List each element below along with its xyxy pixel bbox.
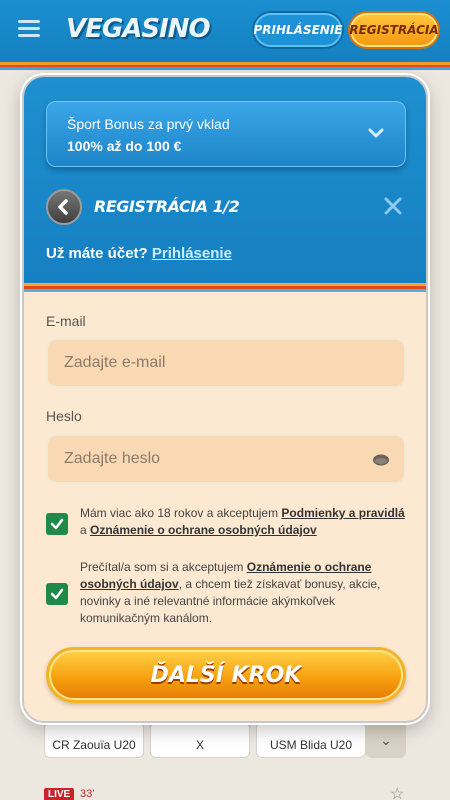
favorite-star-icon[interactable]: ☆ bbox=[390, 784, 404, 800]
hamburger-menu-icon[interactable] bbox=[18, 20, 40, 38]
consent-checkbox-2[interactable] bbox=[46, 583, 68, 605]
site-logo[interactable]: VEGASINO bbox=[66, 14, 211, 44]
terms-link[interactable]: Podmienky a pravidlá bbox=[281, 506, 404, 520]
odds-away[interactable]: USM Blida U20 bbox=[256, 722, 366, 758]
close-icon[interactable] bbox=[382, 195, 404, 217]
bonus-title: Šport Bonus za prvý vklad bbox=[67, 116, 230, 132]
privacy-link-1[interactable]: Oznámenie o ochrane osobných údajov bbox=[90, 523, 317, 537]
consent-row-2: Prečítal/a som si a akceptujem Oznámenie… bbox=[46, 559, 406, 631]
match-odds-row: CR Zaouïa U20 X USM Blida U20 bbox=[44, 722, 366, 758]
password-field[interactable] bbox=[46, 434, 406, 484]
live-minute: 33' bbox=[80, 788, 95, 800]
live-badge: LIVE bbox=[44, 788, 75, 800]
modal-stripe bbox=[24, 283, 426, 292]
header-register-button[interactable]: REGISTRÁCIA bbox=[349, 13, 439, 47]
password-label: Heslo bbox=[46, 408, 82, 424]
next-step-button[interactable]: ĎALŠÍ KROK bbox=[46, 647, 406, 703]
consent-text-2: Prečítal/a som si a akceptujem Oznámenie… bbox=[80, 559, 410, 627]
email-label: E-mail bbox=[46, 313, 86, 329]
email-field[interactable] bbox=[46, 338, 406, 388]
chevron-left-icon bbox=[58, 199, 68, 215]
consent-checkbox-1[interactable] bbox=[46, 513, 68, 535]
consent-text-1: Mám viac ako 18 rokov a akceptujem Podmi… bbox=[80, 505, 410, 539]
odds-draw[interactable]: X bbox=[150, 722, 250, 758]
step-total: 2 bbox=[228, 197, 240, 216]
back-button[interactable] bbox=[46, 189, 82, 225]
odds-home[interactable]: CR Zaouïa U20 bbox=[44, 722, 144, 758]
header-stripe bbox=[0, 62, 450, 70]
account-prompt: Už máte účet? Prihlásenie bbox=[46, 245, 232, 262]
consent-1-text-a: Mám viac ako 18 rokov a akceptujem bbox=[80, 506, 282, 520]
top-header: VEGASINO PRIHLÁSENIE REGISTRÁCIA bbox=[0, 0, 450, 62]
consent-1-text-b: a bbox=[80, 523, 91, 537]
password-input[interactable] bbox=[48, 436, 404, 482]
checkmark-icon bbox=[50, 518, 64, 530]
bonus-value: 100% až do 100 € bbox=[67, 138, 182, 154]
chevron-down-icon bbox=[368, 128, 384, 138]
registration-modal: Šport Bonus za prvý vklad 100% až do 100… bbox=[22, 75, 428, 723]
header-login-button[interactable]: PRIHLÁSENIE bbox=[253, 13, 343, 47]
consent-row-1: Mám viac ako 18 rokov a akceptujem Podmi… bbox=[46, 505, 406, 545]
eye-icon[interactable] bbox=[372, 454, 390, 466]
login-link[interactable]: Prihlásenie bbox=[152, 245, 232, 262]
bonus-selector[interactable]: Šport Bonus za prvý vklad 100% až do 100… bbox=[46, 101, 406, 167]
email-input[interactable] bbox=[48, 340, 404, 386]
step-title: REGISTRÁCIA 1/2 bbox=[94, 197, 240, 216]
step-title-text: REGISTRÁCIA 1/ bbox=[94, 197, 229, 216]
account-question: Už máte účet? bbox=[46, 245, 148, 262]
more-chevron-icon[interactable]: ⌄ bbox=[366, 722, 406, 758]
checkmark-icon bbox=[50, 588, 64, 600]
consent-2-text-a: Prečítal/a som si a akceptujem bbox=[80, 560, 247, 574]
